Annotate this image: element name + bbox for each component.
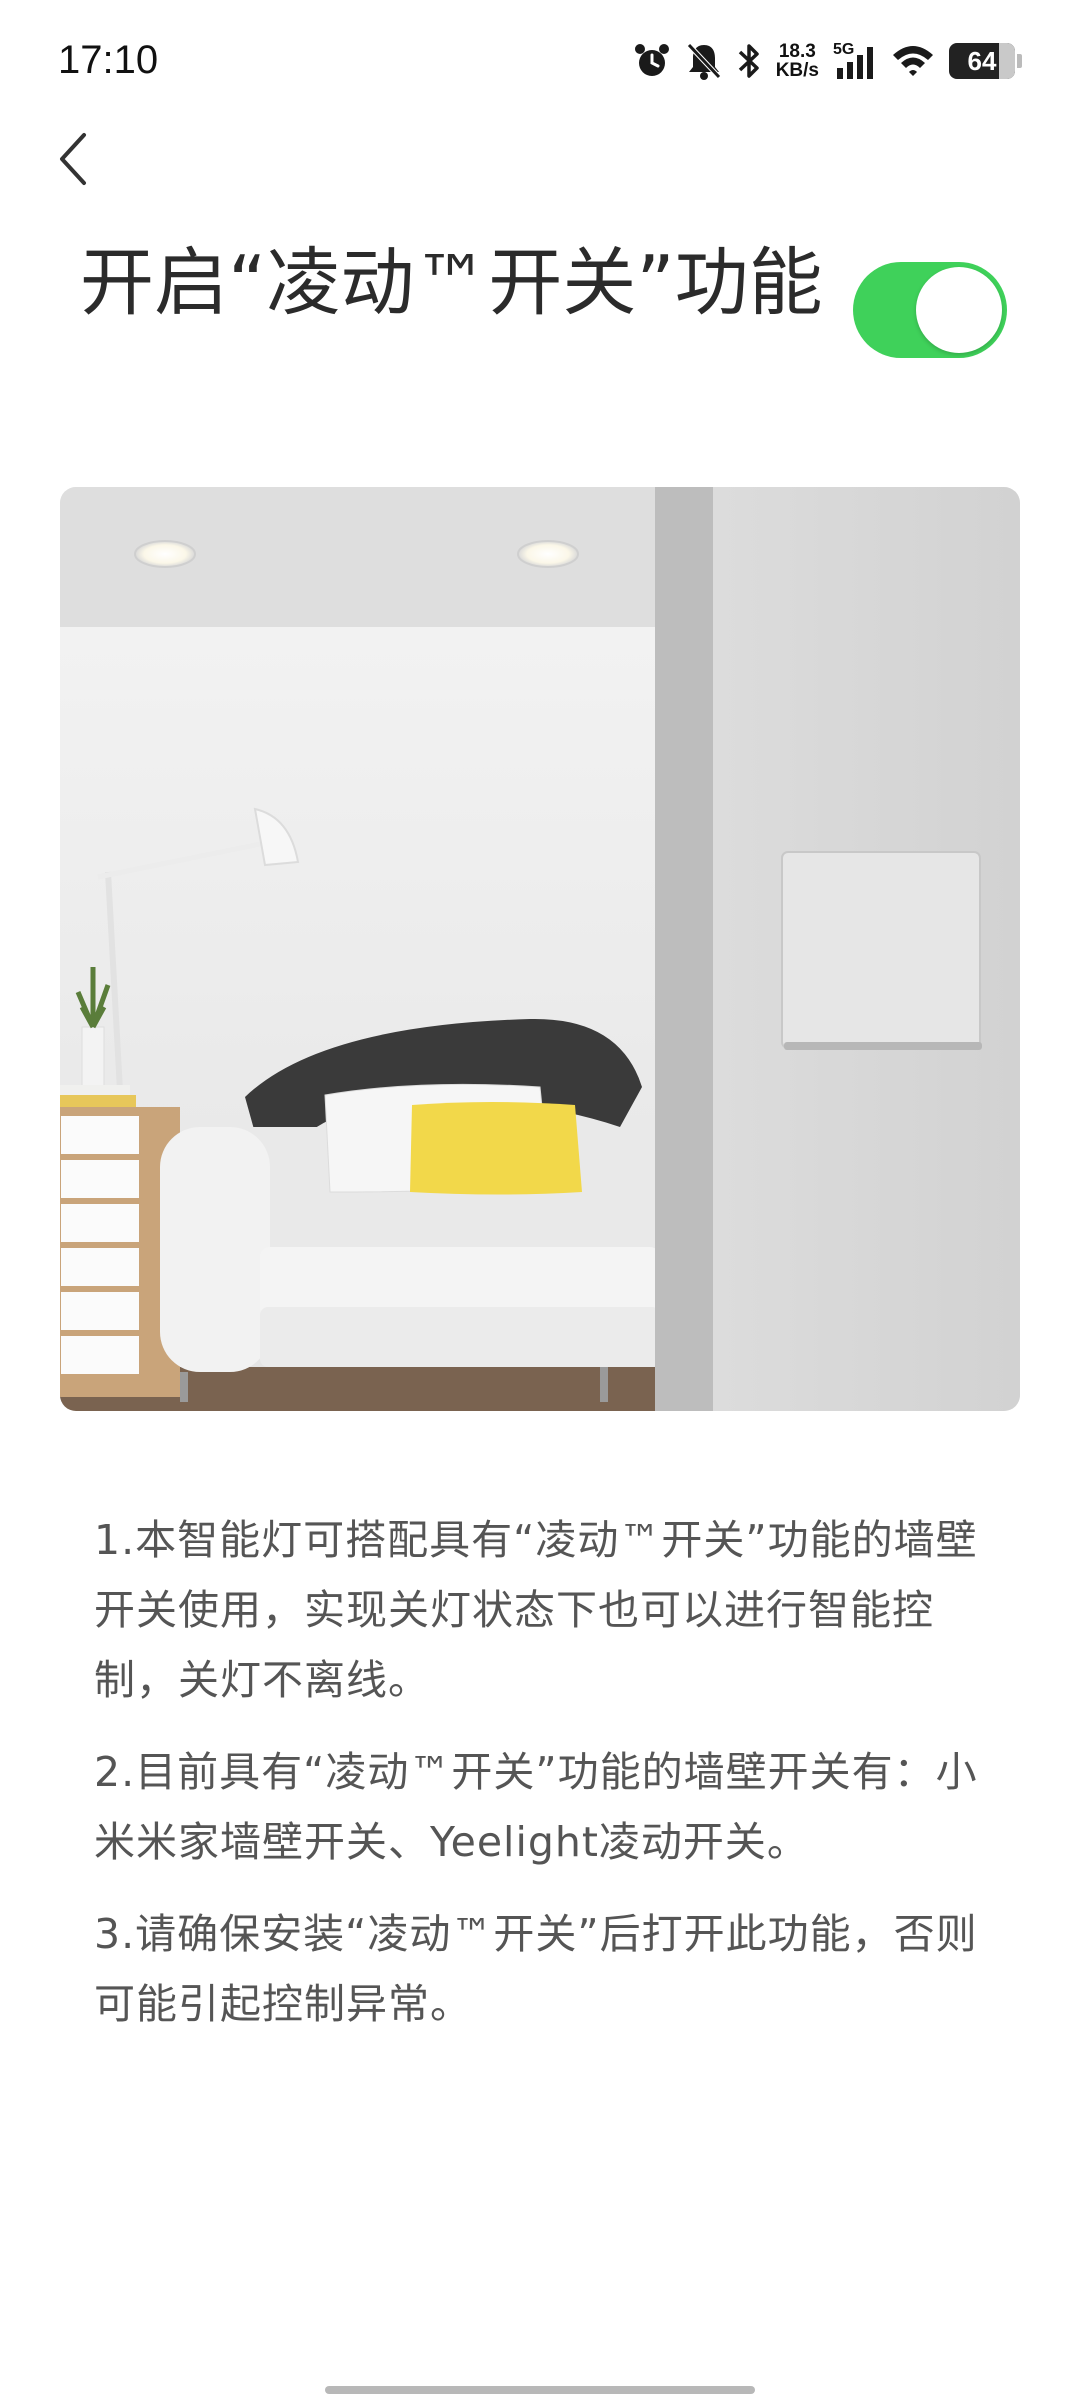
status-icons: 18.3 KB/s 5G 64 bbox=[632, 36, 1022, 86]
signal-icon: 5G bbox=[833, 41, 877, 81]
toggle-knob bbox=[916, 267, 1002, 353]
back-button[interactable] bbox=[44, 126, 104, 196]
battery-level: 64 bbox=[949, 43, 1015, 79]
battery-icon: 64 bbox=[949, 43, 1022, 79]
home-indicator[interactable] bbox=[325, 2386, 755, 2394]
wifi-icon bbox=[891, 43, 935, 79]
illustration-image bbox=[60, 487, 1020, 1411]
alarm-icon bbox=[632, 41, 672, 81]
net-speed: 18.3 KB/s bbox=[775, 41, 819, 81]
description-item: 1.本智能灯可搭配具有“凌动™开关”功能的墙壁开关使用，实现关灯状态下也可以进行… bbox=[94, 1516, 978, 1704]
page-title: 开启“凌动™开关”功能 bbox=[80, 240, 823, 326]
lingdong-switch-toggle[interactable] bbox=[853, 262, 1007, 358]
description-item: 2.目前具有“凌动™开关”功能的墙壁开关有：小米米家墙壁开关、Yeelight凌… bbox=[94, 1748, 978, 1866]
status-bar: 17:10 18.3 KB/s 5G 64 bbox=[0, 0, 1080, 130]
bell-muted-icon bbox=[686, 41, 722, 81]
bluetooth-icon bbox=[736, 41, 762, 81]
chevron-left-icon bbox=[54, 129, 94, 193]
description: 1.本智能灯可搭配具有“凌动™开关”功能的墙壁开关使用，实现关灯状态下也可以进行… bbox=[94, 1505, 994, 2061]
status-time: 17:10 bbox=[58, 38, 159, 82]
description-item: 3.请确保安装“凌动™开关”后打开此功能，否则可能引起控制异常。 bbox=[94, 1910, 978, 2028]
